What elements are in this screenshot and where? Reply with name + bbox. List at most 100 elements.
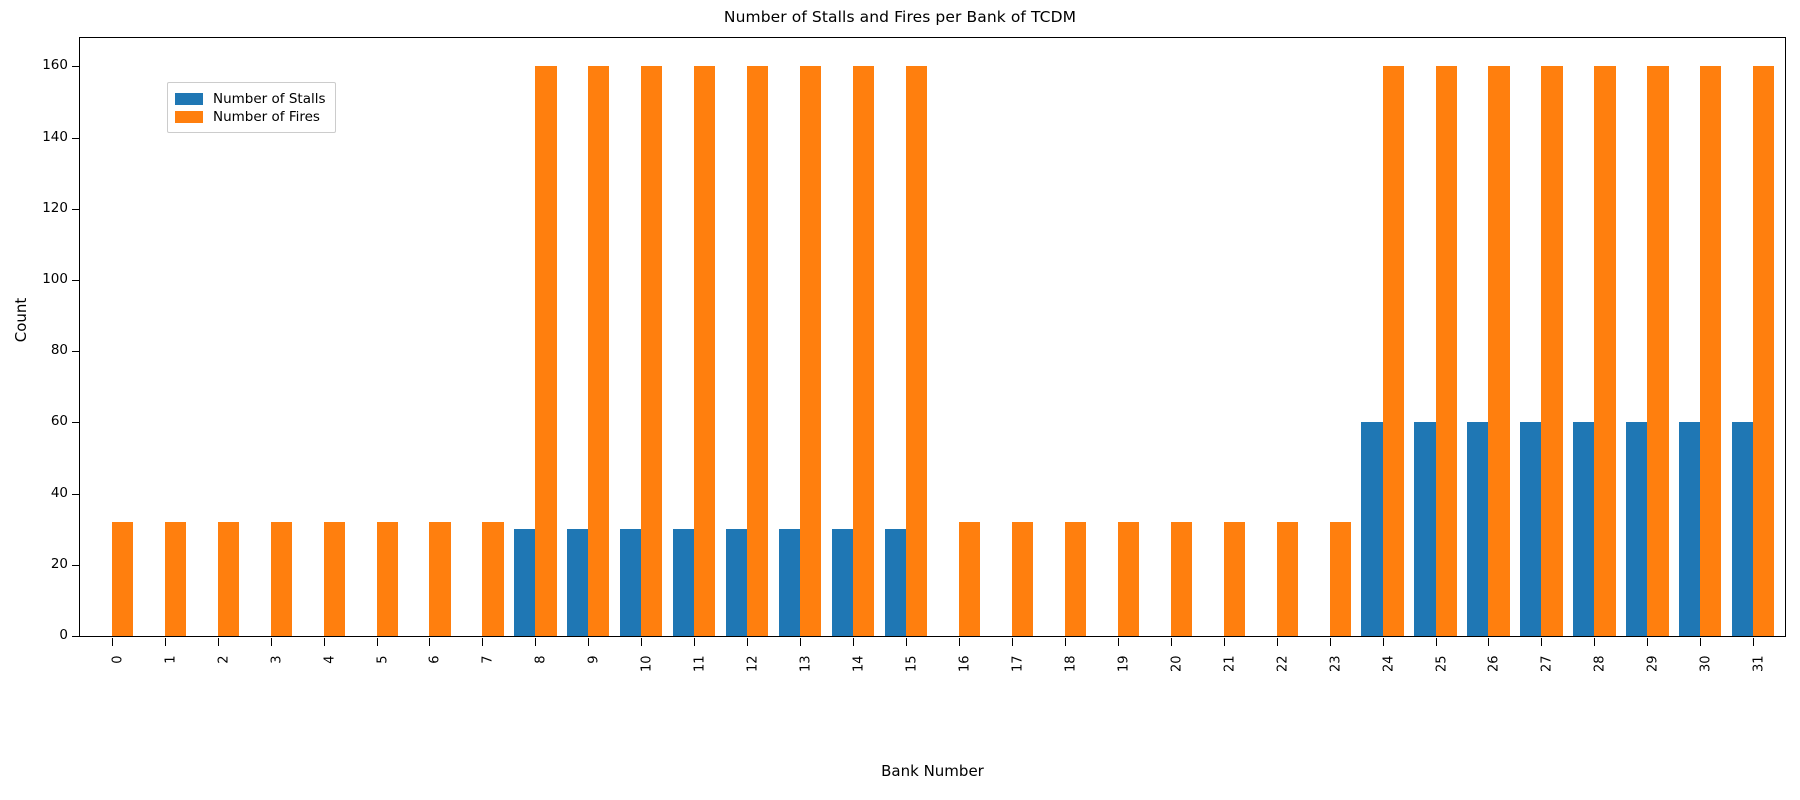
x-tick-mark [1541, 638, 1543, 646]
bar-stalls-9 [567, 529, 589, 636]
bar-stalls-31 [1732, 422, 1754, 636]
bar-stalls-30 [1679, 422, 1701, 636]
legend-entry-fires[interactable]: Number of Fires [175, 108, 326, 125]
bar-fires-10 [641, 66, 663, 636]
bar-fires-20 [1170, 522, 1192, 636]
x-tick-mark [164, 638, 166, 646]
x-tick-label: 13 [798, 655, 814, 673]
x-tick-label: 24 [1381, 655, 1397, 673]
y-tick-mark [72, 422, 80, 424]
x-tick-mark [535, 638, 537, 646]
bar-fires-15 [906, 66, 928, 636]
x-tick-mark [323, 638, 325, 646]
x-tick-label: 31 [1751, 655, 1767, 673]
x-tick-mark [1594, 638, 1596, 646]
bar-fires-25 [1435, 66, 1457, 636]
y-tick-mark [72, 636, 80, 637]
bar-fires-13 [800, 66, 822, 636]
y-tick-mark [72, 137, 80, 139]
x-tick-label: 28 [1592, 655, 1608, 673]
x-tick-mark [694, 638, 696, 646]
x-tick-mark [482, 638, 484, 646]
y-tick-mark [72, 564, 80, 566]
y-tick-label: 80 [50, 342, 68, 359]
x-tick-mark [1488, 638, 1490, 646]
x-tick-mark [747, 638, 749, 646]
x-tick-label: 23 [1328, 655, 1344, 673]
x-tick-label: 22 [1275, 655, 1291, 673]
x-tick-mark [429, 638, 431, 646]
x-tick-label: 14 [851, 655, 867, 673]
x-tick-label: 25 [1434, 655, 1450, 673]
bar-fires-31 [1753, 66, 1775, 636]
x-tick-mark [1223, 638, 1225, 646]
x-tick-label: 8 [533, 655, 549, 664]
bar-fires-3 [270, 522, 292, 636]
x-tick-label: 30 [1698, 655, 1714, 673]
x-tick-label: 10 [639, 655, 655, 673]
plot-area [80, 38, 1785, 636]
x-tick-mark [800, 638, 802, 646]
x-tick-label: 5 [375, 655, 391, 664]
x-tick-label: 19 [1116, 655, 1132, 673]
plot-axes: 0 20 40 60 80 100 120 140 160 0 1 2 3 4 5 6 7 8 9 10 11 12 13… [42, 37, 1786, 672]
x-tick-mark [641, 638, 643, 646]
bar-fires-9 [588, 66, 610, 636]
legend-label: Number of Fires [213, 108, 320, 125]
legend-swatch-icon [175, 92, 203, 105]
y-tick-label: 100 [42, 271, 68, 288]
x-tick-label: 2 [216, 655, 232, 664]
y-tick-mark [72, 66, 80, 68]
y-tick-label: 60 [50, 413, 68, 430]
bar-fires-17 [1011, 522, 1034, 636]
bar-fires-1 [164, 522, 186, 636]
bar-stalls-13 [778, 529, 801, 636]
bar-fires-6 [429, 522, 451, 636]
bar-fires-11 [694, 66, 716, 636]
bar-stalls-8 [514, 529, 536, 636]
x-tick-label: 9 [586, 655, 602, 664]
x-tick-label: 1 [163, 655, 179, 664]
x-tick-mark [1276, 638, 1278, 646]
x-tick-label: 18 [1063, 655, 1079, 673]
x-tick-mark [1753, 638, 1755, 646]
y-tick-label: 140 [42, 128, 68, 145]
x-tick-label: 11 [692, 655, 708, 673]
x-tick-label: 15 [904, 655, 920, 673]
x-tick-label: 3 [269, 655, 285, 664]
bar-fires-22 [1276, 522, 1298, 636]
x-tick-mark [588, 638, 590, 646]
bar-fires-26 [1488, 66, 1510, 636]
bar-stalls-27 [1520, 422, 1542, 636]
bar-fires-23 [1329, 522, 1351, 636]
bar-stalls-26 [1467, 422, 1489, 636]
bar-stalls-24 [1361, 422, 1383, 636]
x-tick-label: 4 [322, 655, 338, 664]
x-tick-label: 17 [1010, 655, 1026, 673]
bar-stalls-29 [1626, 422, 1648, 636]
y-tick-mark [72, 280, 80, 282]
bar-fires-0 [111, 522, 133, 636]
bar-fires-4 [323, 522, 345, 636]
x-tick-mark [1647, 638, 1649, 646]
x-tick-mark [1700, 638, 1702, 646]
y-tick-label: 20 [50, 555, 68, 572]
x-tick-mark [217, 638, 219, 646]
bar-fires-5 [376, 522, 398, 636]
bar-fires-19 [1117, 522, 1139, 636]
y-tick-label: 160 [42, 57, 68, 74]
x-tick-mark [1170, 638, 1172, 646]
x-tick-mark [1329, 638, 1331, 646]
x-tick-mark [1435, 638, 1437, 646]
bar-stalls-28 [1573, 422, 1595, 636]
x-tick-mark [111, 638, 113, 646]
bar-stalls-25 [1414, 422, 1436, 636]
x-tick-label: 0 [110, 655, 126, 664]
bar-fires-12 [747, 66, 769, 636]
x-tick-label: 29 [1645, 655, 1661, 673]
legend-entry-stalls[interactable]: Number of Stalls [175, 90, 326, 107]
legend-label: Number of Stalls [213, 90, 326, 107]
chart-title: Number of Stalls and Fires per Bank of T… [723, 8, 1077, 26]
x-tick-mark [1064, 638, 1066, 646]
x-tick-label: 20 [1169, 655, 1185, 673]
